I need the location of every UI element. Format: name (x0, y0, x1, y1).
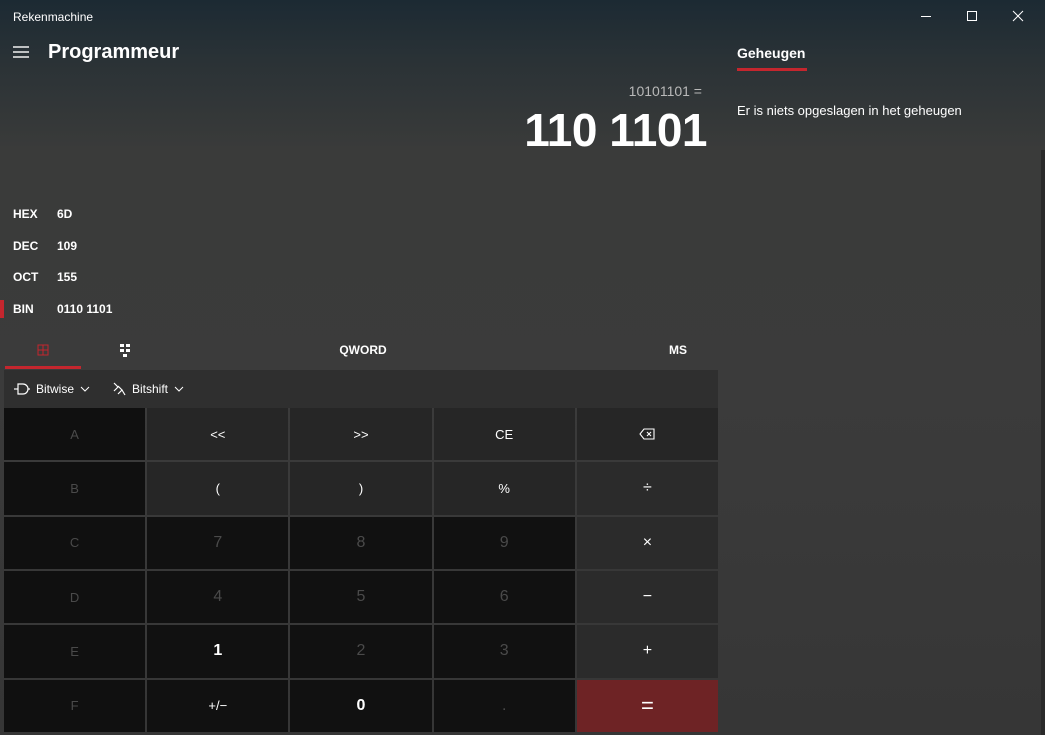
key-c[interactable]: C (4, 516, 146, 569)
key-f[interactable]: F (4, 679, 146, 732)
minimize-icon (921, 16, 931, 17)
scrollbar[interactable] (1041, 150, 1045, 735)
key-7[interactable]: 7 (147, 516, 289, 569)
radix-label: DEC (13, 239, 39, 253)
key-left-shift[interactable]: << (147, 408, 289, 461)
key-percent[interactable]: % (433, 462, 575, 515)
close-icon (1012, 10, 1024, 22)
key-add[interactable]: + (576, 625, 718, 678)
navigation-menu-button[interactable] (8, 38, 34, 66)
radix-value: 155 (57, 270, 78, 284)
bitwise-label: Bitwise (36, 382, 75, 396)
result-display: 110 1101 (524, 104, 707, 156)
radix-row-hex[interactable]: HEX 6D (0, 199, 300, 229)
memory-tab-indicator (737, 68, 807, 71)
bitshift-label: Bitshift (132, 382, 169, 396)
radix-label: HEX (13, 207, 38, 221)
key-clear-entry[interactable]: CE (433, 408, 575, 461)
bit-toggle-keypad-button[interactable] (90, 332, 160, 368)
title-bar: Rekenmachine (0, 0, 1045, 32)
key-right-shift[interactable]: >> (290, 408, 432, 461)
memory-empty-message: Er is niets opgeslagen in het geheugen (737, 103, 962, 118)
chevron-down-icon (174, 386, 184, 392)
backspace-icon (639, 428, 655, 440)
key-3[interactable]: 3 (433, 625, 575, 678)
bitshift-icon (113, 382, 126, 396)
radix-label: OCT (13, 270, 39, 284)
key-d[interactable]: D (4, 570, 146, 624)
full-keypad-icon (37, 344, 49, 356)
bitwise-dropdown[interactable]: Bitwise (14, 370, 90, 408)
key-9[interactable]: 9 (433, 516, 575, 569)
key-a[interactable]: A (4, 408, 146, 461)
key-8[interactable]: 8 (290, 516, 432, 569)
key-6[interactable]: 6 (433, 570, 575, 624)
radix-value: 0110 1101 (57, 302, 113, 316)
key-5[interactable]: 5 (290, 570, 432, 624)
chevron-down-icon (80, 386, 90, 392)
radix-row-bin[interactable]: BIN 0110 1101 (0, 294, 300, 324)
hamburger-icon (13, 46, 29, 58)
key-backspace[interactable] (576, 408, 718, 461)
radix-value: 6D (57, 207, 73, 221)
key-1[interactable]: 1 (147, 625, 289, 678)
memory-tab[interactable]: Geheugen (737, 45, 805, 61)
bit-operations-bar: Bitwise Bitshift (4, 370, 718, 408)
key-b[interactable]: B (4, 462, 146, 515)
minimize-button[interactable] (903, 0, 949, 32)
maximize-button[interactable] (949, 0, 995, 32)
bit-toggle-keypad-icon (120, 344, 130, 357)
keypad-toolbar: QWORD MS (0, 332, 718, 368)
key-multiply[interactable]: × (576, 516, 718, 569)
bitshift-dropdown[interactable]: Bitshift (112, 370, 184, 408)
memory-store-button[interactable]: MS (650, 332, 706, 368)
full-keypad-button[interactable] (5, 332, 81, 368)
calculator-mode-title: Programmeur (48, 41, 180, 63)
maximize-icon (967, 11, 977, 21)
key-close-paren[interactable]: ) (290, 462, 432, 515)
active-keypad-indicator (5, 366, 81, 369)
keypad: A << >> CE B ( ) % ÷ C 7 8 9 × D 4 5 6 −… (4, 408, 718, 732)
key-4[interactable]: 4 (147, 570, 289, 624)
key-decimal[interactable]: . (433, 679, 575, 732)
key-e[interactable]: E (4, 625, 146, 678)
key-2[interactable]: 2 (290, 625, 432, 678)
expression-display: 10101101 = (628, 83, 702, 99)
key-open-paren[interactable]: ( (147, 462, 289, 515)
close-button[interactable] (995, 0, 1041, 32)
radix-value: 109 (57, 239, 78, 253)
key-divide[interactable]: ÷ (576, 462, 718, 515)
key-equals[interactable]: = (576, 679, 718, 732)
app-title: Rekenmachine (13, 10, 94, 24)
radix-row-dec[interactable]: DEC 109 (0, 231, 300, 261)
radix-label: BIN (13, 302, 34, 316)
word-size-button[interactable]: QWORD (320, 332, 406, 368)
key-0[interactable]: 0 (290, 679, 432, 732)
bitwise-gate-icon (14, 383, 30, 395)
key-negate[interactable]: +/− (147, 679, 289, 732)
key-subtract[interactable]: − (576, 570, 718, 624)
radix-row-oct[interactable]: OCT 155 (0, 262, 300, 292)
